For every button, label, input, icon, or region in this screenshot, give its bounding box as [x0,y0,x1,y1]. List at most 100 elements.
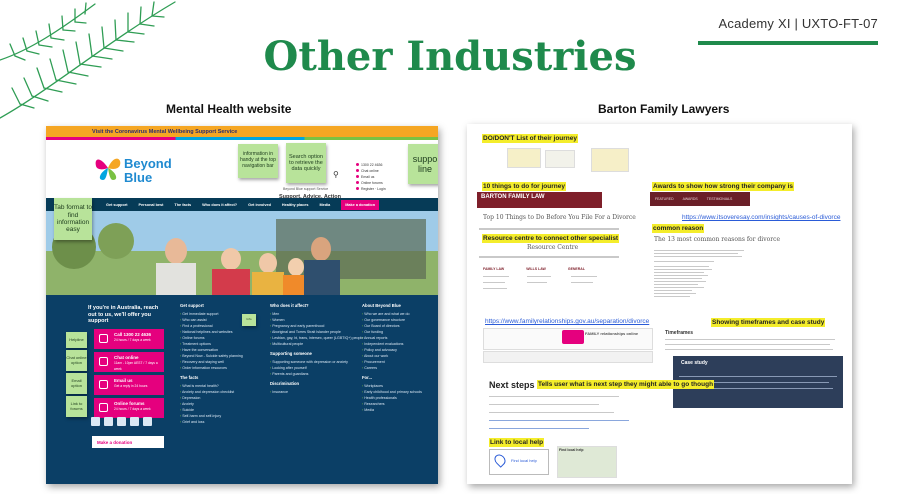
text-line [654,250,744,251]
divider [479,256,619,258]
footer-link[interactable]: Multicultural people [270,341,363,347]
timeframes-title: Timeframes [665,330,693,336]
nav-healthy-places[interactable]: Healthy places [282,203,309,207]
resource-col-family[interactable]: FAMILY LAW [483,267,504,272]
text-line [654,281,706,282]
chat-button-label: Chat online [114,355,139,360]
youtube-icon[interactable] [117,417,126,426]
nav-personal-best[interactable]: Personal best [139,203,164,207]
sticky-helpline: Helpline [66,332,87,348]
footer-link[interactable]: Media [362,407,422,413]
beyond-blue-screenshot: Visit the Coronavirus Mental Wellbeing S… [46,126,438,484]
call-button[interactable]: Call 1300 22 4636 24 hours / 7 days a wee… [94,329,164,349]
text-line [654,293,696,294]
footer-link[interactable]: Careers [362,365,422,371]
hl-local-help: Link to local help [489,438,545,447]
family-relationships-link[interactable]: https://www.familyrelationships.gov.au/s… [485,318,649,325]
hl-common-reason: common reason [652,224,705,233]
top10-title: Top 10 Things to Do Before You File For … [483,214,636,221]
find-local-help-label[interactable]: Find local help [511,458,537,463]
instagram-icon[interactable] [143,417,152,426]
causes-title: The 13 most common reasons for divorce [654,236,780,243]
tab-featured[interactable]: FEATURED [655,197,674,201]
resource-col-wills[interactable]: WILLS LAW [526,267,546,272]
col-heading: Discrimination [270,381,300,386]
nav-who-affect[interactable]: Who does it affect? [202,203,237,207]
tab-testimonials[interactable]: TESTIMONIALS [707,197,733,201]
right-panel-label: Barton Family Lawyers [598,102,730,116]
hl-awards: Awards to show how strong their company … [652,182,795,191]
hl-dodont: DO/DON'T List of their journey [482,134,578,143]
text-line [654,261,714,262]
nav-get-support[interactable]: Get support [106,203,128,207]
main-nav: Get support Personal best The facts Who … [46,198,438,211]
search-icon[interactable]: ⚲ [333,170,339,179]
tab-awards[interactable]: AWARDS [683,197,698,201]
twitter-icon[interactable] [104,417,113,426]
barton-family-screenshot: DO/DON'T List of their journey 10 things… [467,124,852,484]
footer-link[interactable]: Parents and guardians [270,371,363,377]
text-line [489,412,614,413]
family-logo-text: FAMILY relationships online [585,331,639,336]
hl-timeframes: Showing timeframes and case study [711,318,826,327]
sticky-chat-online: Chat online option [66,350,87,371]
chat-button-sub: 11am - 10pm AEST / 7 days a week [114,361,158,371]
reach-out-text: If you're in Australia, reach out to us,… [88,305,159,324]
col-heading: Supporting someone [270,351,312,356]
footer-link[interactable]: Order information resources [180,365,243,371]
email-button-label: Email us [114,378,133,383]
text-line [654,284,698,285]
support-service-link[interactable]: Beyond Blue support Service [283,187,328,191]
col-heading: Get support [180,303,204,308]
nav-get-involved[interactable]: Get involved [248,203,271,207]
sticky-forums: Link to forums [66,396,87,417]
facebook-icon[interactable] [91,417,100,426]
case-study-title: Case study [681,360,708,366]
hl-ten-things: 10 things to do for journey [482,182,566,191]
sticky-top-nav: information in handy at the top navigati… [238,144,278,178]
sticky-small: Info [242,314,256,326]
col-heading: Who does it affect? [270,303,309,308]
left-panel-label: Mental Health website [166,102,292,116]
forums-button-label: Online forums [114,401,145,406]
logo-word-beyond: Beyond [124,156,172,171]
nav-the-facts[interactable]: The facts [174,203,191,207]
linkedin-icon[interactable] [130,417,139,426]
footer-link[interactable]: Insurance [270,389,363,395]
chat-icon [99,357,108,366]
dodont-card [507,148,541,168]
text-line [654,256,742,257]
chat-button[interactable]: Chat online 11am - 10pm AEST / 7 days a w… [94,352,164,372]
resource-col-general[interactable]: GENERAL [568,267,585,272]
logo-word-blue: Blue [124,170,153,185]
forum-icon [99,403,108,412]
header-contact-list: 1300 22 4636 Chat online Email us Online… [356,162,386,192]
email-button[interactable]: Email us Get a reply in 24 hours [94,375,164,395]
forums-button[interactable]: Online forums 24 hours / 7 days a week [94,398,164,418]
text-line [665,349,833,350]
beyond-blue-logo[interactable]: Beyond Blue [94,154,184,190]
resource-centre-title: Resource Centre [527,244,579,251]
register-login-link[interactable]: Register · Login [356,186,386,192]
barton-logo[interactable]: BARTON FAMILY LAW [481,194,545,200]
family-site-nav [483,351,653,363]
sticky-email: Email option [66,373,87,394]
itseasy-link[interactable]: https://www.itsoveresay.com/insights/cau… [682,214,840,221]
text-line [654,290,692,291]
dodont-card [591,148,629,172]
awards-tabs: FEATURED AWARDS TESTIMONIALS [655,197,732,201]
col-heading: About Beyond Blue [362,303,401,308]
donate-button[interactable]: Make a donation [92,436,164,448]
map-title: Find local help [559,448,584,452]
footer-link[interactable]: Grief and loss [180,419,243,425]
nav-make-donation[interactable]: Make a donation [341,199,380,210]
next-steps-title: Next steps [489,380,535,390]
text-line [489,420,629,421]
coronavirus-banner[interactable]: Visit the Coronavirus Mental Wellbeing S… [46,126,438,137]
call-button-sub: 24 hours / 7 days a week [114,338,151,342]
social-links [91,417,152,426]
divider [479,228,619,230]
nav-media[interactable]: Media [320,203,331,207]
text-line [654,272,704,273]
text-line [654,269,712,270]
